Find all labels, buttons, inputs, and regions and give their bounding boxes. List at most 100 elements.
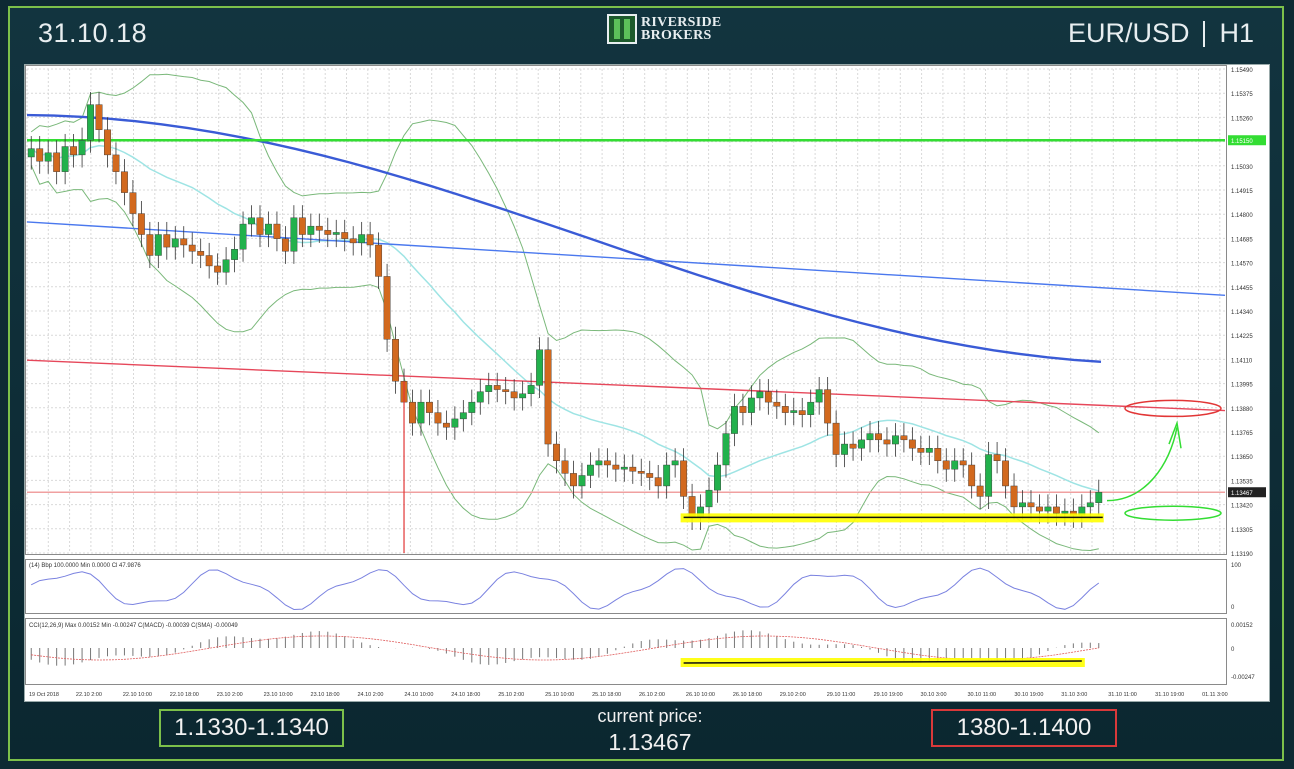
current-price: current price: 1.13467 <box>560 706 740 756</box>
candle-body <box>680 460 688 497</box>
candle-body <box>392 339 399 382</box>
oscillator-1: (14) Bbp 100.0000 Min 0.0000 Cl 47.9876 1… <box>25 559 1242 614</box>
candle-body <box>493 385 501 390</box>
price-tick-label: 1.13995 <box>1231 383 1253 389</box>
price-tick-label: 1.13305 <box>1231 528 1253 534</box>
candle-body <box>620 466 628 470</box>
candle-body <box>121 171 128 193</box>
band-middle <box>30 144 1099 492</box>
candle-body <box>281 238 289 252</box>
logo-icon <box>607 14 637 44</box>
candle-body <box>578 475 586 487</box>
candle-body <box>519 393 527 399</box>
candle-body <box>951 460 959 470</box>
time-tick-label: 22.10 10:00 <box>123 692 152 698</box>
candle-body <box>409 401 416 424</box>
candle-body <box>222 259 230 273</box>
candle-body <box>248 217 255 225</box>
candle-body <box>900 435 908 441</box>
candle-body <box>290 217 298 252</box>
candle-body <box>731 406 738 434</box>
candle-body <box>756 391 764 399</box>
candle-body <box>104 129 111 156</box>
time-tick-label: 22.10 2:00 <box>76 692 102 698</box>
candle-body <box>570 473 577 487</box>
candle-body <box>1044 506 1052 512</box>
osc1-tick: 0 <box>1231 605 1235 611</box>
candle-body <box>1019 502 1026 508</box>
osc1-label: (14) Bbp 100.0000 Min 0.0000 Cl 47.9876 <box>29 563 141 569</box>
candle-body <box>942 460 950 470</box>
pair-name: EUR/USD <box>1067 18 1190 48</box>
main-panel-border <box>25 65 1227 555</box>
osc2-tick: -0.00247 <box>1231 675 1255 681</box>
candle-body <box>426 401 433 413</box>
price-tick-label: 1.14570 <box>1231 262 1253 268</box>
time-tick-label: 26.10 10:00 <box>686 692 715 698</box>
candle-body <box>112 154 120 172</box>
brand-logo: RIVERSIDE BROKERS <box>607 14 722 44</box>
price-tick-label: 1.15030 <box>1231 165 1253 171</box>
candle-body <box>892 435 899 445</box>
forecast-arrow-icon <box>1106 427 1178 502</box>
candle-body <box>1027 502 1035 508</box>
candle-body <box>273 223 281 239</box>
grid <box>25 65 1227 555</box>
price-tick-label: 1.13650 <box>1231 455 1253 461</box>
price-tick-label: 1.13535 <box>1231 479 1253 485</box>
candle-body <box>434 412 442 424</box>
candle-body <box>595 460 603 466</box>
candle-body <box>1036 506 1043 512</box>
candle-body <box>1010 485 1018 508</box>
price-tick-label: 1.15260 <box>1231 116 1253 122</box>
candle-body <box>61 146 69 172</box>
support-zone-ellipse <box>1124 505 1222 521</box>
time-tick-label: 26.10 18:00 <box>733 692 762 698</box>
candle-body <box>849 443 857 449</box>
candle-body <box>154 234 162 256</box>
candle-body <box>256 217 264 235</box>
candle-body <box>544 349 552 445</box>
price-axis: 1.15490 1.15375 1.15260 1.15150 1.15030 1.149… <box>1228 68 1266 558</box>
candle-body <box>586 464 594 476</box>
candle-body <box>239 223 247 250</box>
candle-body <box>502 389 510 392</box>
time-tick-label: 24.10 2:00 <box>357 692 383 698</box>
time-tick-label: 31.10 19:00 <box>1155 692 1184 698</box>
time-tick-label: 29.10 11:00 <box>827 692 856 698</box>
candle-body <box>985 454 993 497</box>
candle-body <box>231 248 238 260</box>
candle-body <box>459 412 467 420</box>
time-tick-label: 25.10 10:00 <box>545 692 574 698</box>
candle-body <box>53 152 61 172</box>
candle-body <box>197 251 205 256</box>
candle-body <box>832 422 840 455</box>
instrument-label: EUR/USD H1 <box>1068 18 1254 49</box>
price-tick-label: 1.15375 <box>1231 92 1253 98</box>
candle-body <box>993 454 1001 462</box>
candle-body <box>722 433 730 466</box>
current-price-value: 1.13467 <box>608 729 692 755</box>
candle-body <box>163 234 171 248</box>
candle-body <box>70 146 78 156</box>
time-tick-label: 23.10 10:00 <box>264 692 293 698</box>
candle-body <box>654 477 662 487</box>
price-tick-label: 1.14225 <box>1231 334 1253 340</box>
candle-body <box>773 401 781 407</box>
candle-body <box>798 410 806 415</box>
candle-body <box>790 410 798 413</box>
candle-body <box>841 443 849 455</box>
candle-body <box>265 223 272 235</box>
chart-area[interactable]: 1.15490 1.15375 1.15260 1.15150 1.15030 1.149… <box>24 64 1270 702</box>
candle-body <box>536 349 544 386</box>
price-chart-svg[interactable]: 1.15490 1.15375 1.15260 1.15150 1.15030 1.149… <box>25 65 1269 701</box>
candle-body <box>27 148 35 158</box>
candle-body <box>341 232 349 239</box>
candle-body <box>1052 506 1060 514</box>
osc2-tick: 0 <box>1231 647 1235 653</box>
candle-body <box>968 464 976 487</box>
separator <box>1203 20 1206 47</box>
time-tick-label: 29.10 19:00 <box>874 692 903 698</box>
osc2-label: CCI(12,26,9) Max 0.00152 Min -0.00247 C(… <box>29 623 238 629</box>
candle-body <box>129 192 137 214</box>
